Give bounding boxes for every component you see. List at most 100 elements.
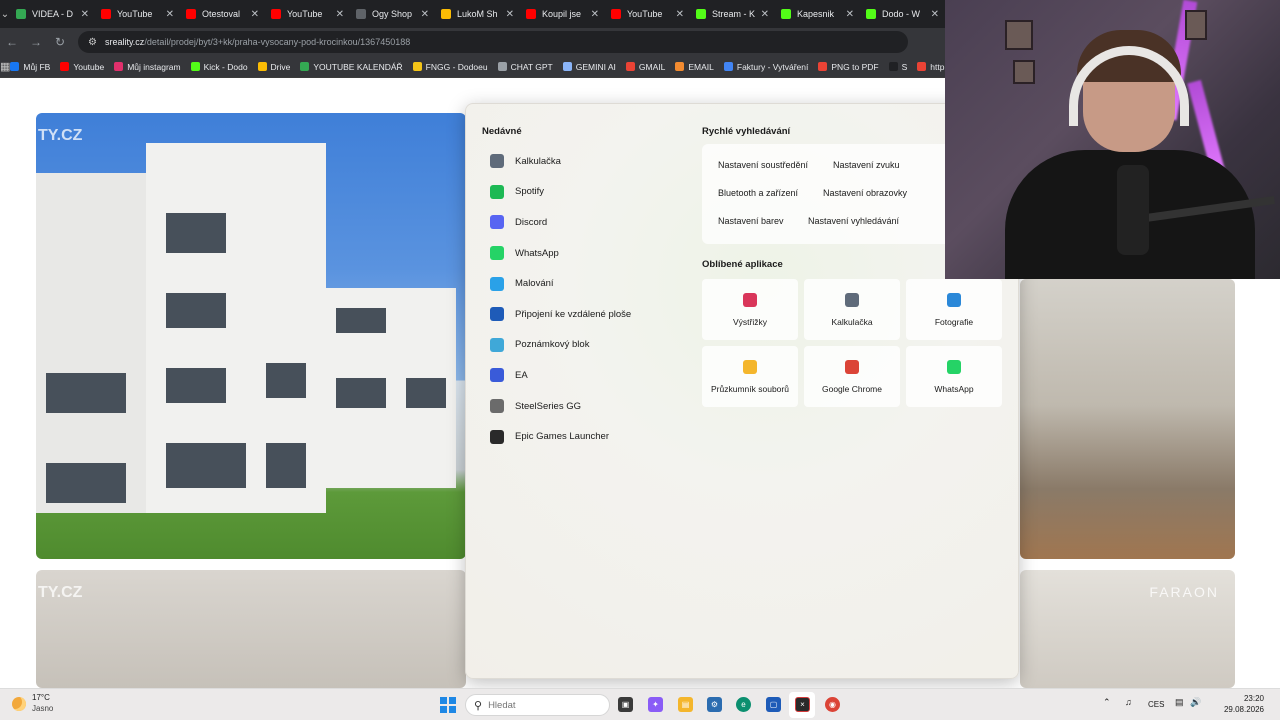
close-tab-icon[interactable]: ✕ [251, 9, 259, 20]
tab-favicon-icon [781, 9, 791, 19]
bookmark-favicon-icon [257, 62, 267, 71]
close-tab-icon[interactable]: ✕ [931, 9, 939, 20]
taskbar-search[interactable]: ⚲ [465, 694, 610, 716]
close-tab-icon[interactable]: ✕ [846, 9, 854, 20]
store-icon[interactable]: ▢ [766, 697, 781, 712]
quick-chip[interactable]: Nastavení zvuku [833, 160, 900, 170]
browser-tab[interactable]: Koupil jse ✕ [520, 3, 605, 25]
chevron-up-icon[interactable]: ⌃ [1103, 697, 1111, 708]
favorite-app-tile[interactable]: WhatsApp [906, 346, 1002, 407]
bookmark-item[interactable]: Youtube [60, 62, 104, 72]
apps-grid-icon[interactable]: ▦ [0, 60, 10, 73]
favorite-app-tile[interactable]: Kalkulačka [804, 279, 900, 340]
close-tab-icon[interactable]: ✕ [761, 9, 769, 20]
recent-app-item[interactable]: Malování [484, 268, 684, 299]
bookmark-item[interactable]: Můj FB [10, 62, 50, 72]
browser-tab[interactable]: Dodo - W ✕ [860, 3, 945, 25]
browser-tab[interactable]: Kapesnik ✕ [775, 3, 860, 25]
bookmark-item[interactable]: EMAIL [675, 62, 714, 72]
browser-tab[interactable]: VIDEA - D ✕ [10, 3, 95, 25]
bookmark-label: Drive [270, 61, 291, 72]
browser-tab[interactable]: Ogy Shop ✕ [350, 3, 435, 25]
browser-tab[interactable]: Otestoval ✕ [180, 3, 265, 25]
recent-app-item[interactable]: Spotify [484, 177, 684, 208]
tab-search-chevron-icon[interactable]: ⌄ [0, 9, 10, 20]
close-tab-icon[interactable]: ✕ [591, 9, 599, 20]
listing-photo-kitchen[interactable]: TY.CZ [36, 570, 466, 688]
bookmark-item[interactable]: S [888, 62, 907, 72]
recent-app-item[interactable]: Připojení ke vzdálené ploše [484, 299, 684, 330]
listing-photo-interior[interactable] [1020, 279, 1235, 559]
bookmark-item[interactable]: GEMINI AI [562, 62, 616, 72]
close-tab-icon[interactable]: ✕ [506, 9, 514, 20]
bookmark-item[interactable]: Drive [257, 61, 291, 72]
browser-tab[interactable]: Stream - K ✕ [690, 3, 775, 25]
bookmark-item[interactable]: http [917, 62, 944, 72]
bookmark-item[interactable]: Kick - Dodo [190, 62, 248, 72]
reload-icon[interactable]: ↻ [48, 35, 72, 49]
edge-icon[interactable]: e [736, 697, 751, 712]
recent-app-item[interactable]: EA [484, 360, 684, 391]
file-explorer-icon[interactable]: ▤ [678, 697, 693, 712]
chrome-icon[interactable]: ◉ [825, 697, 840, 712]
recent-apps-list: Kalkulačka Spotify Discord WhatsApp Malování… [484, 146, 684, 452]
whatsapp-icon [947, 359, 961, 374]
site-info-icon[interactable]: ⚙ [88, 37, 97, 48]
network-icon[interactable]: ▤ [1175, 697, 1184, 708]
close-tab-icon[interactable]: ✕ [166, 9, 174, 20]
browser-tab[interactable]: YouTube ✕ [605, 3, 690, 25]
recent-app-item[interactable]: Poznámkový blok [484, 330, 684, 361]
recent-app-item[interactable]: Epic Games Launcher [484, 421, 684, 452]
favorite-app-tile[interactable]: Průzkumník souborů [702, 346, 798, 407]
tab-title: VIDEA - D [32, 9, 74, 19]
terminal-icon[interactable]: × [795, 697, 810, 712]
language-indicator[interactable]: CES [1148, 700, 1164, 709]
control-panel-icon[interactable]: ⚙ [707, 697, 722, 712]
listing-photo-bathroom[interactable]: FARAON [1020, 570, 1235, 688]
clock[interactable]: 23:20 29.08.2026 [1204, 693, 1264, 715]
calculator-icon [845, 292, 859, 307]
browser-tab[interactable]: YouTube ✕ [95, 3, 180, 25]
bookmark-label: PNG to PDF [831, 61, 879, 72]
favorite-app-tile[interactable]: Google Chrome [804, 346, 900, 407]
search-input[interactable] [488, 699, 589, 711]
recent-app-item[interactable]: SteelSeries GG [484, 391, 684, 422]
quick-chip[interactable]: Bluetooth a zařízení [718, 188, 798, 198]
bookmark-item[interactable]: YOUTUBE KALENDÁŘ [300, 61, 403, 72]
recent-app-item[interactable]: Discord [484, 207, 684, 238]
favorite-app-tile[interactable]: Výstřižky [702, 279, 798, 340]
favorite-app-label: Kalkulačka [831, 316, 873, 327]
quick-chip[interactable]: Nastavení obrazovky [823, 188, 907, 198]
microphone-tray-icon[interactable]: ♫ [1125, 697, 1132, 707]
bookmark-item[interactable]: Můj instagram [114, 62, 181, 72]
quick-chip[interactable]: Nastavení vyhledávání [808, 216, 899, 226]
favorite-app-tile[interactable]: Fotografie [906, 279, 1002, 340]
quick-chip[interactable]: Nastavení soustředění [718, 160, 808, 170]
browser-tab[interactable]: YouTube ✕ [265, 3, 350, 25]
back-arrow-icon[interactable]: ← [0, 35, 24, 49]
windows-start-icon[interactable] [440, 697, 456, 713]
recent-app-item[interactable]: WhatsApp [484, 238, 684, 269]
close-tab-icon[interactable]: ✕ [81, 9, 89, 20]
forward-arrow-icon[interactable]: → [24, 35, 48, 49]
bookmark-item[interactable]: Faktury - Vytváření [723, 62, 808, 72]
close-tab-icon[interactable]: ✕ [421, 9, 429, 20]
task-view-icon[interactable]: ▣ [618, 697, 633, 712]
bookmark-item[interactable]: PNG to PDF [818, 61, 879, 72]
bookmark-item[interactable]: GMAIL [625, 62, 665, 72]
listing-main-photo[interactable]: TY.CZ [36, 113, 466, 559]
spotify-icon [490, 184, 504, 199]
quick-chip[interactable]: Nastavení barev [718, 216, 784, 226]
recent-app-item[interactable]: Kalkulačka [484, 146, 684, 177]
ea-icon [490, 368, 504, 383]
browser-tab[interactable]: LukoM Sh ✕ [435, 3, 520, 25]
bookmark-item[interactable]: CHAT GPT [497, 62, 553, 72]
bookmark-item[interactable]: FNGG - Dodoeu [412, 62, 488, 72]
address-bar[interactable]: ⚙ sreality.cz /detail/prodej/byt/3+kk/pr… [78, 31, 908, 53]
copilot-icon[interactable]: ✦ [648, 697, 663, 712]
weather-widget[interactable]: 17°C Jasno [12, 693, 53, 714]
volume-icon[interactable]: 🔊 [1190, 697, 1201, 708]
close-tab-icon[interactable]: ✕ [336, 9, 344, 20]
close-tab-icon[interactable]: ✕ [676, 9, 684, 20]
bookmark-label: YOUTUBE KALENDÁŘ [313, 61, 403, 72]
